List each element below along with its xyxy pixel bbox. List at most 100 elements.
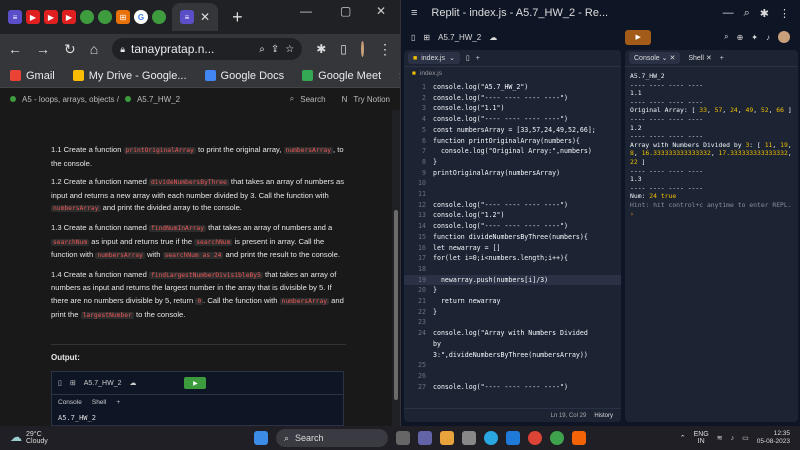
close-window-icon[interactable]: ✕ [376, 4, 386, 18]
file-explorer-icon[interactable] [440, 431, 454, 445]
telegram-icon[interactable] [484, 431, 498, 445]
app-menu-icon[interactable]: ≡ [411, 7, 417, 19]
bookmark-gmail[interactable]: Gmail [10, 70, 55, 82]
code-line[interactable]: 8} [404, 157, 621, 168]
active-tab[interactable]: ≡ ✕ [172, 3, 219, 31]
tray-chevron-icon[interactable]: ⌃ [680, 434, 686, 442]
code-line[interactable]: 19 newarray.push(numbers[i]/3) [404, 274, 621, 286]
home-icon[interactable]: ⌂ [90, 41, 98, 57]
weather-widget[interactable]: ☁ 29°C Cloudy [10, 431, 48, 446]
chrome-icon[interactable] [528, 431, 542, 445]
code-line[interactable]: 25 [404, 360, 621, 371]
code-line[interactable]: 27 console.log("---- ---- ---- ----") [404, 382, 621, 393]
embed-project-name[interactable]: A5.7_HW_2 [84, 380, 122, 387]
code-line[interactable]: 16 let newarray = [] [404, 243, 621, 254]
tab-close-icon[interactable]: ✕ [200, 10, 210, 24]
green-tab-icon[interactable] [152, 10, 166, 24]
green-tab-icon[interactable] [98, 10, 112, 24]
code-line[interactable]: 14 console.log("---- ---- ---- ----") [404, 221, 621, 232]
new-tab-button[interactable]: + [232, 7, 243, 28]
page-scrollbar[interactable] [392, 110, 400, 426]
console-output[interactable]: A5.7_HW_2 ---- ---- ---- ---- 1.1 ---- ----… [630, 72, 795, 218]
side-panel-icon[interactable]: ▯ [340, 42, 347, 56]
code-line[interactable]: 5 const numbersArray = [33,57,24,49,52,66… [404, 125, 621, 136]
code-line[interactable]: 17 for(let i=0;i<numbers.length;i++){ [404, 253, 621, 264]
run-button[interactable]: ▶ [625, 29, 652, 45]
breadcrumb-parent[interactable]: A5 - loops, arrays, objects / [22, 95, 119, 104]
minimize-icon[interactable]: — [723, 7, 734, 19]
split-icon[interactable]: ▯ [466, 54, 470, 62]
menu-icon[interactable]: ⋮ [779, 7, 790, 20]
youtube-tab-icon[interactable]: ▶ [44, 10, 58, 24]
code-line[interactable]: 2 console.log("---- ---- ---- ----") [404, 93, 621, 104]
whatsapp-icon[interactable] [550, 431, 564, 445]
breadcrumb-current[interactable]: A5.7_HW_2 [137, 95, 180, 104]
vscode-icon[interactable] [506, 431, 520, 445]
file-tab-index-js[interactable]: ■ index.js ⌄ [408, 52, 460, 64]
wifi-icon[interactable]: ≋ [717, 434, 723, 442]
address-bar[interactable]: 🔒︎ tanaypratap.n... ⌕ ⇪ ☆ [112, 38, 303, 60]
ai-icon[interactable]: ✦ [751, 33, 758, 42]
invite-icon[interactable]: ⊕ [737, 33, 744, 42]
language-indicator[interactable]: ENG IN [694, 431, 709, 446]
code-line[interactable]: 3:",divideNumbersByThree(numbersArray)) [404, 350, 621, 361]
replit-app-icon[interactable] [572, 431, 586, 445]
code-line[interactable]: 3 console.log("1.1") [404, 103, 621, 114]
clock[interactable]: 12:35 05-08-2023 [757, 430, 790, 446]
avatar[interactable] [778, 31, 790, 43]
battery-icon[interactable]: ▭ [742, 434, 749, 442]
code-line[interactable]: 13 console.log("1.2") [404, 210, 621, 221]
history-button[interactable]: History [594, 413, 613, 419]
tab-icon-grid[interactable]: ⊞ [116, 10, 130, 24]
volume-icon[interactable]: ♪ [731, 435, 735, 442]
google-tab-icon[interactable]: G [134, 10, 148, 24]
task-view-icon[interactable] [396, 431, 410, 445]
reload-icon[interactable]: ↻ [64, 41, 76, 58]
code-line[interactable]: 20} [404, 285, 621, 296]
share-icon[interactable]: ⇪ [271, 44, 279, 55]
shell-tab[interactable]: Shell ✕ [688, 54, 711, 62]
project-name[interactable]: A5.7_HW_2 [438, 33, 481, 42]
embed-shell-tab[interactable]: Shell [92, 399, 106, 406]
zoom-icon[interactable]: ⌕ [259, 44, 265, 55]
notifications-icon[interactable]: ♪ [766, 33, 770, 42]
windows-start-icon[interactable] [254, 431, 268, 445]
green-tab-icon[interactable] [80, 10, 94, 24]
embed-add-tab[interactable]: + [116, 399, 120, 406]
sidebar-toggle-icon[interactable]: ▯ [411, 33, 415, 42]
search-icon[interactable]: ⌕ [724, 32, 728, 42]
code-area[interactable]: 1 console.log("A5.7_HW_2") 2 console.log("-… [404, 82, 621, 406]
code-line[interactable]: 15 function divideNumbersByThree(numbers)… [404, 232, 621, 243]
search-icon[interactable]: ⌕ [290, 94, 294, 104]
maximize-icon[interactable]: ▢ [340, 4, 351, 18]
code-line[interactable]: 23 [404, 317, 621, 328]
search-button[interactable]: Search [300, 95, 325, 104]
console-pane[interactable]: Console ⌄ ✕ Shell ✕ + A5.7_HW_2 ---- ----… [625, 50, 798, 422]
code-line[interactable]: 1 console.log("A5.7_HW_2") [404, 82, 621, 93]
sidebar-toggle-icon[interactable]: ▯ [58, 379, 62, 387]
embed-run-button[interactable]: ▶ [184, 377, 207, 389]
replit-embed[interactable]: ▯ ⊞ A5.7_HW_2 ☁ ▶ Console Shell + A5.7_H… [51, 371, 344, 426]
menu-icon[interactable]: ⋮ [378, 41, 392, 58]
code-editor[interactable]: ■ index.js ⌄ ▯ + ■ index.js 1 console.log("… [404, 50, 621, 422]
taskbar-search[interactable]: ⌕ Search [276, 429, 388, 447]
code-line[interactable]: 9 printOriginalArray(numbersArray) [404, 168, 621, 179]
teams-icon[interactable] [418, 431, 432, 445]
tab-icon-lines[interactable]: ≡ [8, 10, 22, 24]
code-line[interactable]: 4 console.log("---- ---- ---- ----") [404, 114, 621, 125]
code-line[interactable]: 18 [404, 264, 621, 275]
code-line[interactable]: 24 console.log("Array with Numbers Divide… [404, 328, 621, 339]
code-line[interactable]: 10 [404, 178, 621, 189]
add-tab-icon[interactable]: + [476, 55, 480, 62]
bookmark-meet[interactable]: Google Meet [302, 70, 381, 82]
code-line[interactable]: by [404, 339, 621, 350]
bookmark-docs[interactable]: Google Docs [204, 70, 284, 82]
try-notion-button[interactable]: Try Notion [353, 95, 390, 104]
avatar[interactable] [360, 41, 364, 57]
code-line[interactable]: 26 [404, 371, 621, 382]
star-icon[interactable]: ☆ [285, 44, 294, 55]
code-line[interactable]: 7 console.log("Original Array:",numbers) [404, 146, 621, 157]
extensions-icon[interactable]: ✱ [316, 42, 326, 56]
add-tab-icon[interactable]: + [720, 55, 724, 62]
code-line[interactable]: 21 return newarray [404, 296, 621, 307]
